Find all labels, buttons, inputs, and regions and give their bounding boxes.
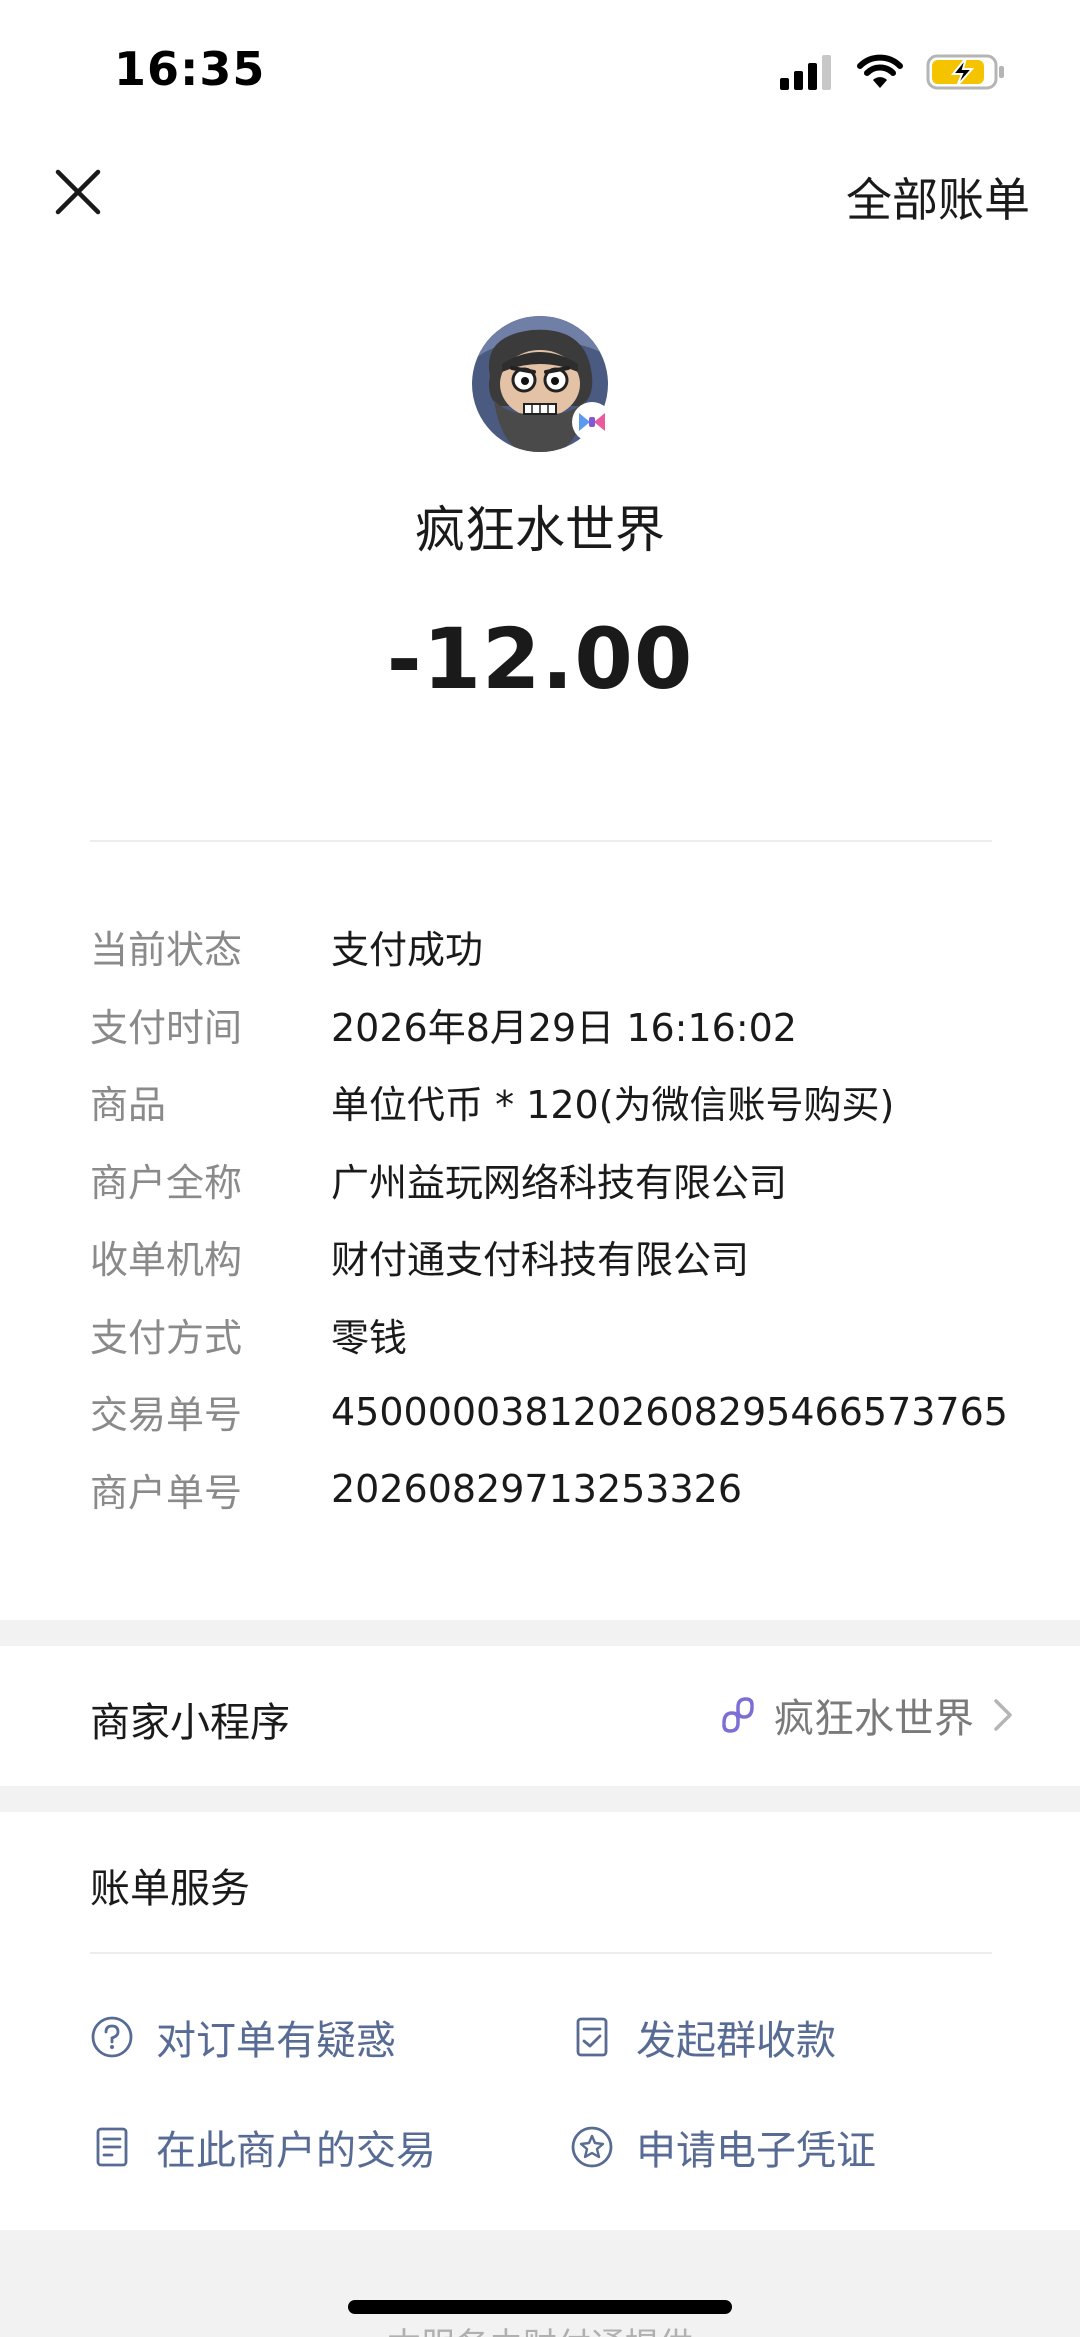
detail-value: 支付成功 (331, 928, 484, 973)
merchant-name: 疯狂水世界 (415, 501, 665, 559)
group-collect-label: 发起群收款 (636, 2018, 836, 2064)
detail-label: 商品 (90, 1083, 167, 1128)
detail-label: 收单机构 (90, 1238, 243, 1283)
detail-label: 支付方式 (90, 1315, 243, 1360)
detail-value: 广州益玩网络科技有限公司 (331, 1160, 788, 1205)
e-voucher-label: 申请电子凭证 (636, 2128, 876, 2174)
detail-row-product: 商品 单位代币 * 120(为微信账号购买) (90, 1063, 1010, 1141)
detail-label: 支付时间 (90, 1005, 243, 1050)
detail-value: 零钱 (331, 1315, 408, 1360)
detail-label: 商户单号 (90, 1470, 243, 1515)
section-separator (0, 1620, 1080, 1646)
group-collect-button[interactable]: 发起群收款 (570, 2008, 836, 2066)
e-voucher-button[interactable]: 申请电子凭证 (570, 2118, 876, 2176)
order-question-label: 对订单有疑惑 (156, 2018, 396, 2064)
detail-row-pay-method: 支付方式 零钱 (90, 1296, 1010, 1374)
status-time: 16:35 (114, 42, 266, 96)
transaction-details: 当前状态 支付成功 支付时间 2026年8月29日 16:16:02 商品 单位… (90, 908, 1010, 1528)
detail-row-merchant-order-no: 商户单号 20260829713253326 (90, 1451, 1010, 1529)
merchant-avatar (472, 316, 612, 452)
star-badge-icon (571, 2126, 613, 2168)
bill-service-title: 账单服务 (90, 1866, 250, 1912)
detail-value: 财付通支付科技有限公司 (331, 1238, 750, 1283)
detail-value: 2026年8月29日 16:16:02 (331, 1005, 797, 1050)
divider (90, 1952, 992, 1954)
battery-charging-icon (926, 54, 1004, 90)
all-bills-button[interactable]: 全部账单 (846, 164, 1030, 230)
detail-label: 当前状态 (90, 928, 243, 973)
detail-value[interactable]: 20260829713253326 (331, 1467, 742, 1511)
order-question-button[interactable]: 对订单有疑惑 (90, 2008, 396, 2066)
mini-program-row[interactable]: 商家小程序 疯狂水世界 (0, 1646, 1080, 1786)
detail-label: 商户全称 (90, 1160, 243, 1205)
detail-row-acquirer: 收单机构 财付通支付科技有限公司 (90, 1218, 1010, 1296)
close-icon[interactable] (46, 160, 110, 224)
nav-bar: 全部账单 (0, 140, 1080, 240)
detail-value: 单位代币 * 120(为微信账号购买) (331, 1083, 895, 1128)
detail-value[interactable]: 4500000381202608295466573765 (331, 1390, 1008, 1434)
footer: 本服务由财付通提供 (0, 2230, 1080, 2337)
mini-program-link[interactable]: 疯狂水世界 (716, 1686, 1018, 1744)
mini-program-name: 疯狂水世界 (774, 1696, 974, 1742)
footer-provider-text: 本服务由财付通提供 (0, 2318, 1080, 2337)
chevron-right-icon (994, 1699, 1012, 1731)
divider (90, 840, 992, 842)
detail-row-status: 当前状态 支付成功 (90, 908, 1010, 986)
wifi-icon (857, 54, 903, 88)
section-separator (0, 1786, 1080, 1812)
payment-amount: -12.00 (386, 610, 694, 708)
detail-row-transaction-no: 交易单号 4500000381202608295466573765 (90, 1373, 1010, 1451)
receipt-icon (96, 2127, 128, 2167)
merchant-transactions-label: 在此商户的交易 (156, 2128, 436, 2174)
question-icon (91, 2016, 133, 2058)
status-icons (780, 50, 1006, 94)
merchant-header: 疯狂水世界 -12.00 (0, 316, 1080, 708)
signal-icon (780, 55, 831, 90)
verified-badge-icon (572, 402, 612, 442)
mini-program-link-icon (722, 1697, 754, 1733)
detail-row-merchant-full-name: 商户全称 广州益玩网络科技有限公司 (90, 1141, 1010, 1219)
mini-program-label: 商家小程序 (90, 1700, 290, 1746)
detail-row-pay-time: 支付时间 2026年8月29日 16:16:02 (90, 986, 1010, 1064)
bill-service-section: 账单服务 对订单有疑惑 发起群收款 在此商户的交易 申请电子凭证 (0, 1812, 1080, 2230)
merchant-transactions-button[interactable]: 在此商户的交易 (90, 2118, 436, 2176)
home-indicator[interactable] (348, 2300, 732, 2314)
status-bar: 16:35 (0, 0, 1080, 140)
group-collect-icon (576, 2017, 608, 2057)
detail-label: 交易单号 (90, 1393, 243, 1438)
